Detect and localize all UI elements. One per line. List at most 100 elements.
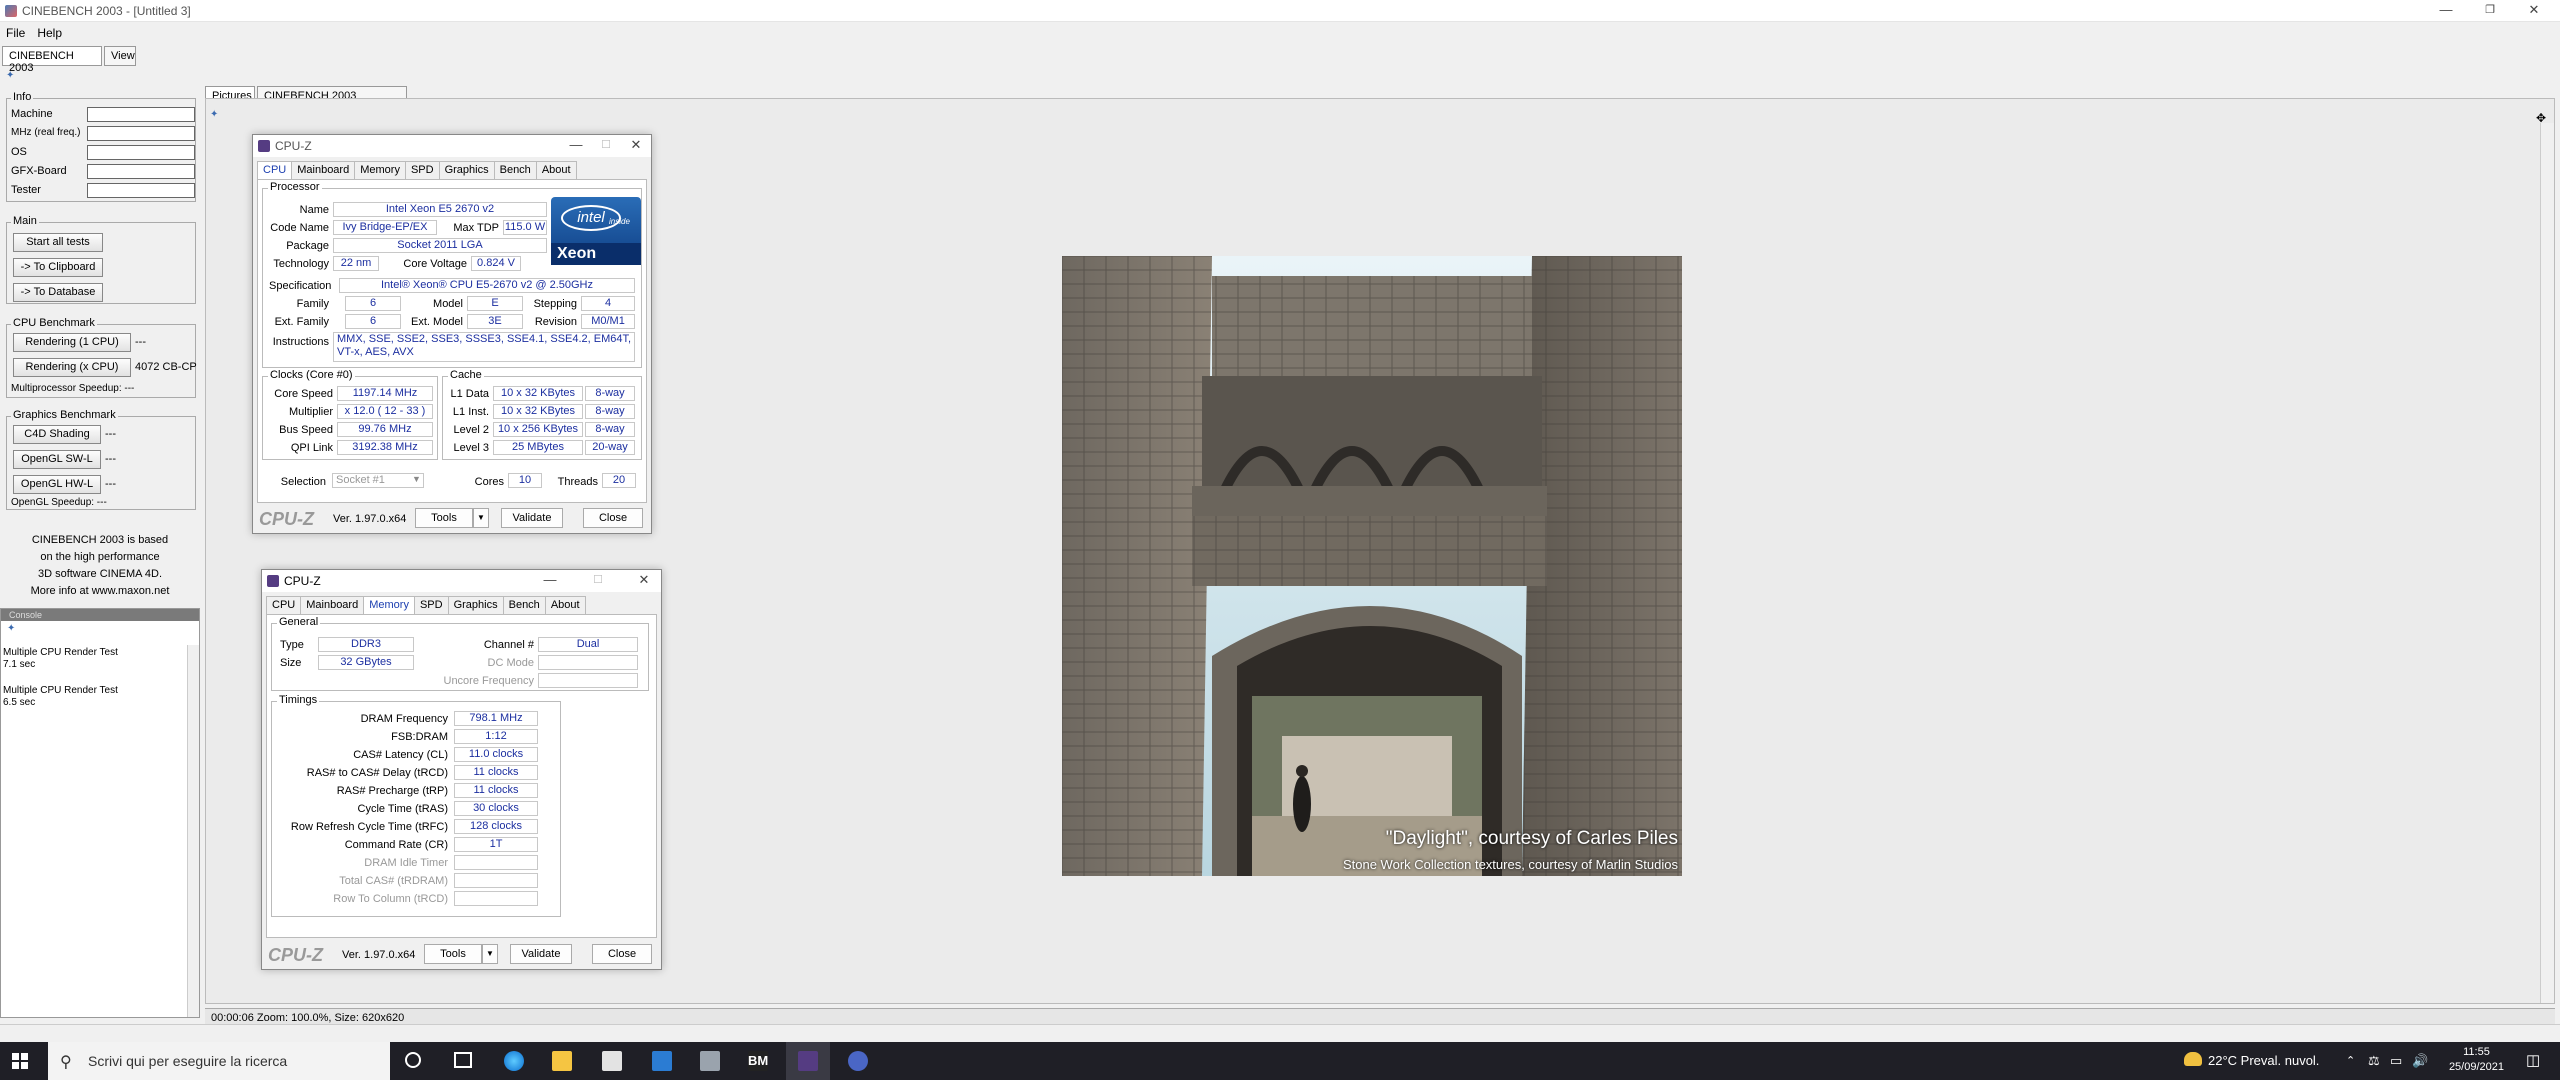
cpuz-footer: CPU-Z Ver. 1.97.0.x64 Tools ▼ Validate C… bbox=[262, 939, 661, 969]
viewport-scrollbar[interactable] bbox=[2540, 123, 2554, 1003]
name-value: Intel Xeon E5 2670 v2 bbox=[333, 202, 547, 217]
file-explorer-icon[interactable] bbox=[552, 1051, 572, 1071]
console-line: Multiple CPU Render Test bbox=[3, 685, 118, 696]
cpu-benchmark-group: CPU Benchmark Rendering (1 CPU) --- Rend… bbox=[6, 317, 197, 398]
cores-value: 10 bbox=[508, 473, 542, 488]
windows-start-icon[interactable] bbox=[12, 1053, 28, 1069]
render-credits: Stone Work Collection textures, courtesy… bbox=[1342, 857, 1678, 872]
chevron-up-icon[interactable]: ⌃ bbox=[2346, 1042, 2355, 1080]
tab-view[interactable]: View bbox=[104, 46, 136, 66]
type-value: DDR3 bbox=[318, 637, 414, 652]
minimize-icon[interactable]: — bbox=[2424, 0, 2468, 22]
minimize-icon[interactable]: — bbox=[535, 570, 565, 592]
selection-dropdown[interactable]: Socket #1 bbox=[332, 473, 424, 488]
minimize-icon[interactable]: — bbox=[561, 135, 591, 157]
tab-bench[interactable]: Bench bbox=[493, 161, 537, 179]
family-value: 6 bbox=[345, 296, 401, 311]
tab-memory[interactable]: Memory bbox=[354, 161, 406, 179]
menu-help[interactable]: Help bbox=[31, 23, 68, 43]
validate-button[interactable]: Validate bbox=[501, 508, 563, 528]
tab-bench[interactable]: Bench bbox=[502, 596, 546, 614]
taskbar-search-input[interactable]: Scrivi qui per eseguire la ricerca bbox=[48, 1042, 390, 1080]
size-label: Size bbox=[280, 657, 302, 669]
tab-cpu[interactable]: CPU bbox=[266, 596, 302, 614]
mhz-field[interactable] bbox=[87, 126, 195, 141]
channel-value: Dual bbox=[538, 637, 638, 652]
store-icon[interactable] bbox=[602, 1051, 622, 1071]
horizontal-scrollbar[interactable] bbox=[0, 1024, 2560, 1040]
machine-field[interactable] bbox=[87, 107, 195, 122]
control-panel-icon[interactable] bbox=[700, 1051, 720, 1071]
cortana-icon[interactable] bbox=[405, 1052, 421, 1068]
os-field[interactable] bbox=[87, 145, 195, 160]
about-line: More info at www.maxon.net bbox=[30, 585, 170, 597]
bm-app-icon[interactable]: BM bbox=[748, 1051, 768, 1071]
tab-about[interactable]: About bbox=[535, 161, 577, 179]
tab-spd[interactable]: SPD bbox=[413, 596, 449, 614]
to-database-button[interactable]: -> To Database bbox=[13, 283, 103, 302]
tools-chevron-down-icon[interactable]: ▼ bbox=[473, 508, 489, 528]
close-button[interactable]: Close bbox=[592, 944, 652, 964]
rendering-1cpu-button[interactable]: Rendering (1 CPU) bbox=[13, 333, 131, 352]
cache-box: Cache L1 Data 10 x 32 KBytes 8-way L1 In… bbox=[442, 369, 642, 460]
opengl-hwl-button[interactable]: OpenGL HW-L bbox=[13, 475, 101, 494]
mp-speedup: Multiprocessor Speedup: --- bbox=[11, 383, 135, 394]
maxtdp-label: Max TDP bbox=[453, 222, 499, 234]
task-view-icon[interactable] bbox=[454, 1052, 472, 1068]
start-all-tests-button[interactable]: Start all tests bbox=[13, 233, 103, 252]
close-button[interactable]: Close bbox=[583, 508, 643, 528]
extmodel-label: Ext. Model bbox=[411, 316, 463, 328]
tab-mainboard[interactable]: Mainboard bbox=[300, 596, 365, 614]
close-icon[interactable]: ✕ bbox=[621, 135, 651, 157]
c4d-shading-button[interactable]: C4D Shading bbox=[13, 425, 101, 444]
mail-icon[interactable] bbox=[652, 1051, 672, 1071]
menu-file[interactable]: File bbox=[0, 23, 31, 43]
volume-icon[interactable]: 🔊 bbox=[2412, 1042, 2428, 1080]
tab-mainboard[interactable]: Mainboard bbox=[291, 161, 356, 179]
console-pin-icon[interactable]: ✦ bbox=[7, 623, 15, 634]
tab-memory[interactable]: Memory bbox=[363, 596, 415, 614]
viewport-pin-icon[interactable]: ✦ bbox=[210, 109, 218, 120]
to-clipboard-button[interactable]: -> To Clipboard bbox=[13, 258, 103, 277]
main-group: Main Start all tests -> To Clipboard -> … bbox=[6, 215, 196, 304]
tab-spd[interactable]: SPD bbox=[404, 161, 440, 179]
main-title: Main bbox=[11, 215, 39, 227]
tools-button[interactable]: Tools bbox=[424, 944, 482, 964]
gfx-field[interactable] bbox=[87, 164, 195, 179]
close-icon[interactable]: ✕ bbox=[2512, 0, 2556, 22]
opengl-swl-button[interactable]: OpenGL SW-L bbox=[13, 450, 101, 469]
close-icon[interactable]: ✕ bbox=[629, 570, 659, 592]
cpuz-titlebar: CPU-Z — ☐ ✕ bbox=[262, 570, 661, 592]
search-icon: ⚲ bbox=[60, 1054, 72, 1071]
maximize-icon: ☐ bbox=[601, 139, 611, 151]
tab-cpu[interactable]: CPU bbox=[257, 161, 293, 179]
weather-text[interactable]: 22°C Preval. nuvol. bbox=[2208, 1042, 2319, 1080]
tester-field[interactable] bbox=[87, 183, 195, 198]
tab-graphics[interactable]: Graphics bbox=[447, 596, 504, 614]
restore-icon[interactable]: ❐ bbox=[2468, 0, 2512, 22]
tab-cinebench[interactable]: CINEBENCH 2003 bbox=[2, 46, 102, 74]
cpuz-footer: CPU-Z Ver. 1.97.0.x64 Tools ▼ Validate C… bbox=[253, 503, 651, 533]
cinebench-taskbar-icon[interactable] bbox=[848, 1051, 868, 1071]
tab-about[interactable]: About bbox=[544, 596, 586, 614]
tools-chevron-down-icon[interactable]: ▼ bbox=[482, 944, 498, 964]
console-line: Multiple CPU Render Test bbox=[3, 647, 118, 658]
notifications-icon[interactable]: ◫ bbox=[2526, 1042, 2540, 1080]
cinebench-app-icon bbox=[5, 5, 17, 17]
tools-button[interactable]: Tools bbox=[415, 508, 473, 528]
edge-icon[interactable] bbox=[504, 1051, 524, 1071]
rendering-xcpu-button[interactable]: Rendering (x CPU) bbox=[13, 358, 131, 377]
validate-button[interactable]: Validate bbox=[510, 944, 572, 964]
cache-way: 8-way bbox=[585, 404, 635, 419]
tab-graphics[interactable]: Graphics bbox=[438, 161, 495, 179]
pin-icon[interactable]: ✦ bbox=[6, 70, 18, 81]
console-scrollbar[interactable] bbox=[187, 645, 199, 1017]
cpuz-app-icon bbox=[258, 140, 270, 152]
battery-icon[interactable]: ▭ bbox=[2390, 1042, 2402, 1080]
network-icon[interactable]: ⚖ bbox=[2368, 1042, 2380, 1080]
taskbar-clock[interactable]: 11:55 25/09/2021 bbox=[2449, 1045, 2504, 1075]
voltage-value: 0.824 V bbox=[471, 256, 521, 271]
console-line: 6.5 sec bbox=[3, 697, 36, 708]
chevron-down-icon[interactable]: ▼ bbox=[412, 474, 421, 484]
cpuz-taskbar-icon[interactable] bbox=[798, 1051, 818, 1071]
